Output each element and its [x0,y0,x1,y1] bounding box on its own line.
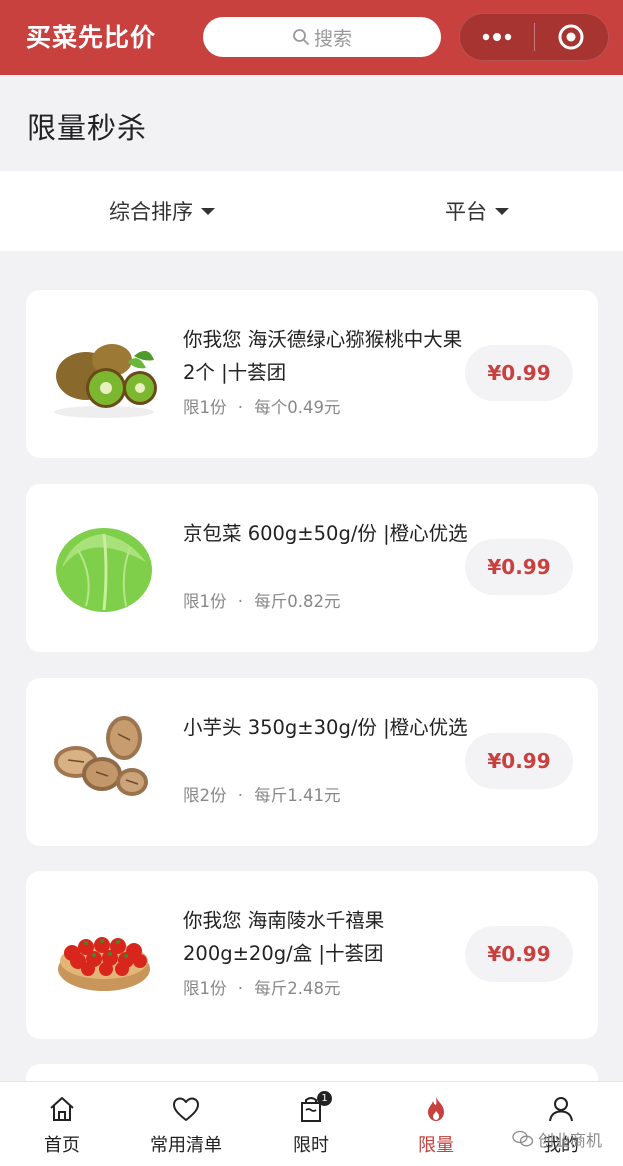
kiwi-image [54,344,157,418]
unit-price: 每斤0.82元 [254,592,341,611]
close-mini-program-button[interactable] [535,13,609,61]
product-meta: 限2份 · 每斤1.41元 [183,782,341,806]
search-input[interactable]: 搜索 [203,17,441,57]
price-button[interactable]: ¥0.99 [465,733,573,789]
product-card[interactable]: 你我您 海南陵水千禧果 200g±20g/盒 |十荟团 限1份 · 每斤2.48… [26,871,598,1039]
price-button[interactable]: ¥0.99 [465,926,573,982]
watermark: 创业商机 [512,1127,602,1151]
purchase-limit: 限2份 [183,786,227,805]
purchase-limit: 限1份 [183,979,227,998]
unit-price: 每个0.49元 [254,398,341,417]
product-name: 你我您 海南陵水千禧果 200g±20g/盒 |十荟团 [183,909,385,965]
purchase-limit: 限1份 [183,398,227,417]
tab-badge: 1 [317,1091,332,1106]
tab-quantity-limited-label: 限量 [418,1135,454,1156]
cabbage-image [56,528,152,612]
search-icon [293,29,309,45]
tab-time-limited-label: 限时 [293,1135,329,1156]
product-meta: 限1份 · 每斤2.48元 [183,975,341,999]
taro-image [54,716,148,796]
tab-home[interactable]: 首页 [7,1093,117,1157]
product-meta: 限1份 · 每个0.49元 [183,394,341,418]
platform-filter-dropdown[interactable]: 平台 [445,196,509,226]
tab-favorites-list-label: 常用清单 [150,1135,222,1156]
tab-favorites-list[interactable]: 常用清单 [131,1093,241,1157]
product-name: 京包菜 600g±50g/份 |橙心优选 [183,522,468,545]
watermark-text: 创业商机 [538,1131,603,1150]
mini-program-capsule [459,13,609,61]
target-icon [558,24,584,50]
search-placeholder: 搜索 [313,27,352,50]
price-button[interactable]: ¥0.99 [465,345,573,401]
tab-time-limited[interactable]: 1 限时 [256,1091,366,1157]
more-dots-icon [482,33,511,41]
cherry-tomato-image [58,937,150,991]
wechat-icon [512,1130,534,1147]
product-card[interactable]: 你我您 海沃德绿心猕猴桃中大果 2个 |十荟团 限1份 · 每个0.49元 ¥0… [26,290,598,458]
platform-filter-label: 平台 [445,200,487,224]
caret-down-icon [495,207,509,215]
home-icon [50,1097,74,1121]
caret-down-icon [201,207,215,215]
meta-separator: · [237,592,243,611]
unit-price: 每斤1.41元 [254,786,341,805]
meta-separator: · [237,398,243,417]
unit-price: 每斤2.48元 [254,979,341,998]
product-card[interactable]: 京包菜 600g±50g/份 |橙心优选 限1份 · 每斤0.82元 ¥0.99 [26,484,598,652]
app-title: 买菜先比价 [26,23,157,52]
tab-home-label: 首页 [44,1135,80,1156]
price-button[interactable]: ¥0.99 [465,539,573,595]
user-icon [549,1097,573,1122]
tab-quantity-limited[interactable]: 限量 [381,1093,491,1157]
filter-bar [0,171,623,251]
more-button[interactable] [460,13,534,61]
purchase-limit: 限1份 [183,592,227,611]
product-meta: 限1份 · 每斤0.82元 [183,588,341,612]
product-name: 你我您 海沃德绿心猕猴桃中大果 2个 |十荟团 [183,328,463,384]
page-title: 限量秒杀 [27,111,148,145]
product-card[interactable]: 小芋头 350g±30g/份 |橙心优选 限2份 · 每斤1.41元 ¥0.99 [26,678,598,846]
sort-filter-dropdown[interactable]: 综合排序 [109,196,215,226]
sort-filter-label: 综合排序 [109,200,193,224]
heart-icon [173,1097,199,1121]
product-name: 小芋头 350g±30g/份 |橙心优选 [183,716,468,739]
flame-icon [428,1097,444,1121]
meta-separator: · [237,786,243,805]
meta-separator: · [237,979,243,998]
